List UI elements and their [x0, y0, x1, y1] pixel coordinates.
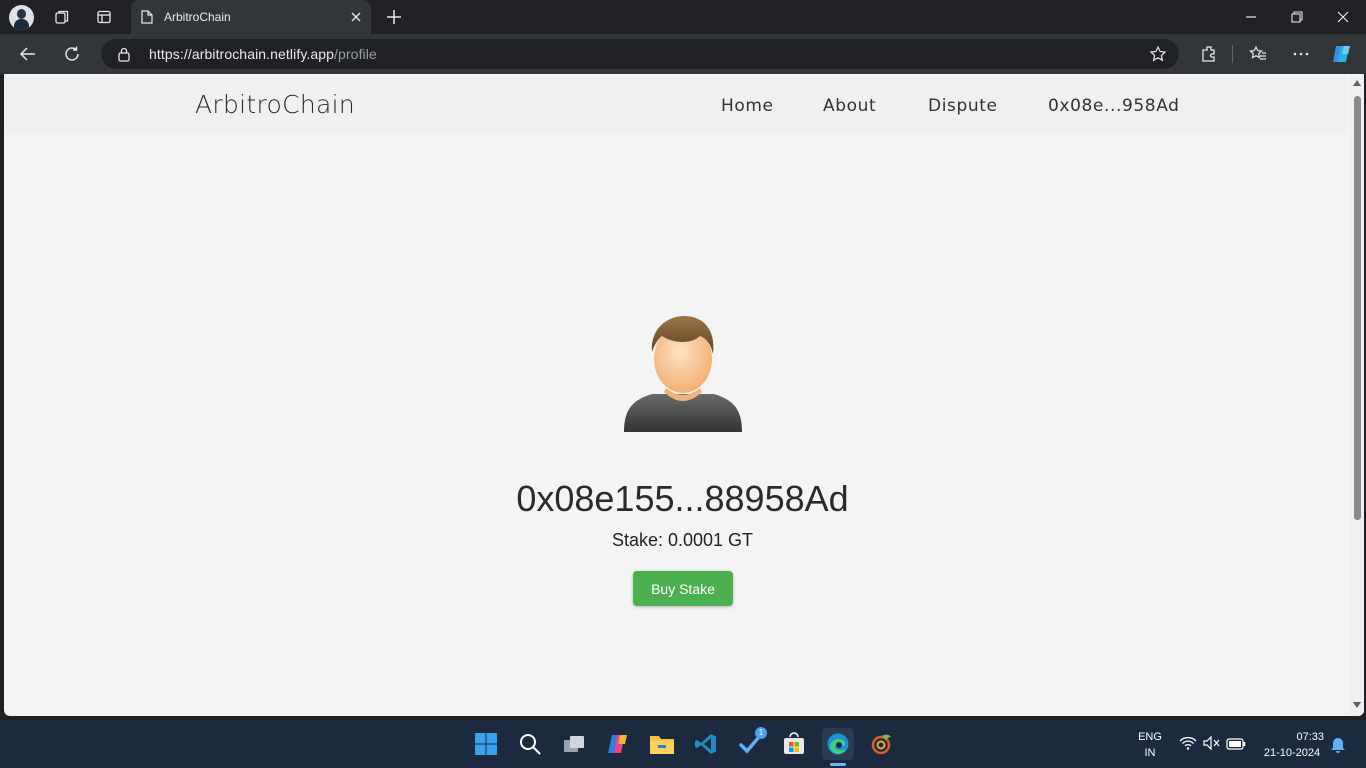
- browser-title-bar: ArbitroChain: [0, 0, 1366, 34]
- buy-stake-button[interactable]: Buy Stake: [633, 571, 733, 606]
- extensions-icon[interactable]: [1197, 42, 1221, 66]
- toolbar-separator: [1232, 45, 1233, 63]
- wifi-icon[interactable]: [1179, 735, 1197, 756]
- nav-dispute-link[interactable]: Dispute: [928, 96, 998, 116]
- volume-muted-icon[interactable]: [1202, 735, 1220, 756]
- restore-button[interactable]: [1274, 0, 1320, 34]
- app-icon[interactable]: [866, 728, 898, 760]
- battery-icon[interactable]: [1226, 737, 1246, 755]
- workspaces-icon[interactable]: [48, 4, 76, 30]
- clock-time: 07:33: [1296, 731, 1324, 743]
- scroll-down-arrow[interactable]: [1353, 702, 1361, 708]
- browser-profile-avatar[interactable]: [9, 5, 34, 30]
- profile-address: 0x08e155...88958Ad: [516, 478, 849, 519]
- browser-tab[interactable]: ArbitroChain: [131, 0, 371, 34]
- language-indicator[interactable]: ENG IN: [1134, 729, 1166, 761]
- document-icon: [141, 10, 153, 29]
- site-brand[interactable]: ArbitroChain: [195, 90, 355, 119]
- url-path: /profile: [334, 46, 377, 62]
- scroll-thumb[interactable]: [1354, 96, 1361, 520]
- site-header: ArbitroChain Home About Dispute 0x08e...…: [4, 74, 1348, 134]
- url-host: https://arbitrochain.netlify.app: [149, 46, 335, 62]
- page-viewport: ArbitroChain Home About Dispute 0x08e...…: [4, 74, 1364, 716]
- search-icon[interactable]: [514, 728, 546, 760]
- more-options-icon[interactable]: [1289, 42, 1313, 66]
- store-icon[interactable]: [778, 728, 810, 760]
- notification-bell-icon[interactable]: [1330, 735, 1346, 758]
- tab-actions-icon[interactable]: [90, 4, 118, 30]
- refresh-button[interactable]: [60, 42, 84, 66]
- copilot-sidebar-icon[interactable]: [1330, 42, 1354, 66]
- file-explorer-icon[interactable]: [646, 728, 678, 760]
- close-window-button[interactable]: [1320, 0, 1366, 34]
- favorite-star-icon[interactable]: [1149, 45, 1167, 68]
- minimize-button[interactable]: [1228, 0, 1274, 34]
- language-code: ENG: [1138, 731, 1162, 743]
- tab-title: ArbitroChain: [164, 10, 231, 24]
- nav-wallet-link[interactable]: 0x08e...958Ad: [1048, 96, 1180, 116]
- scroll-up-arrow[interactable]: [1353, 80, 1361, 86]
- notification-badge: 1: [755, 727, 767, 739]
- new-tab-button[interactable]: [381, 4, 407, 30]
- address-bar[interactable]: https://arbitrochain.netlify.app/profile: [101, 39, 1179, 69]
- vscode-icon[interactable]: [690, 728, 722, 760]
- nav-home-link[interactable]: Home: [721, 96, 774, 116]
- copilot-icon[interactable]: [602, 728, 634, 760]
- edge-icon[interactable]: [822, 728, 854, 760]
- clock[interactable]: 07:33 21-10-2024: [1258, 729, 1326, 761]
- favorites-icon[interactable]: [1246, 42, 1270, 66]
- nav-about-link[interactable]: About: [823, 96, 876, 116]
- task-view-icon[interactable]: [558, 728, 590, 760]
- region-code: IN: [1144, 747, 1156, 759]
- stake-amount: Stake: 0.0001 GT: [611, 530, 754, 550]
- tab-close-icon[interactable]: [347, 8, 365, 26]
- browser-toolbar: https://arbitrochain.netlify.app/profile: [0, 34, 1366, 74]
- page-scrollbar[interactable]: [1350, 74, 1364, 716]
- start-icon[interactable]: [470, 728, 502, 760]
- clock-date: 21-10-2024: [1263, 747, 1321, 759]
- back-button[interactable]: [16, 42, 40, 66]
- lock-icon[interactable]: [117, 46, 131, 67]
- user-avatar: [622, 314, 744, 434]
- active-app-indicator: [830, 763, 846, 766]
